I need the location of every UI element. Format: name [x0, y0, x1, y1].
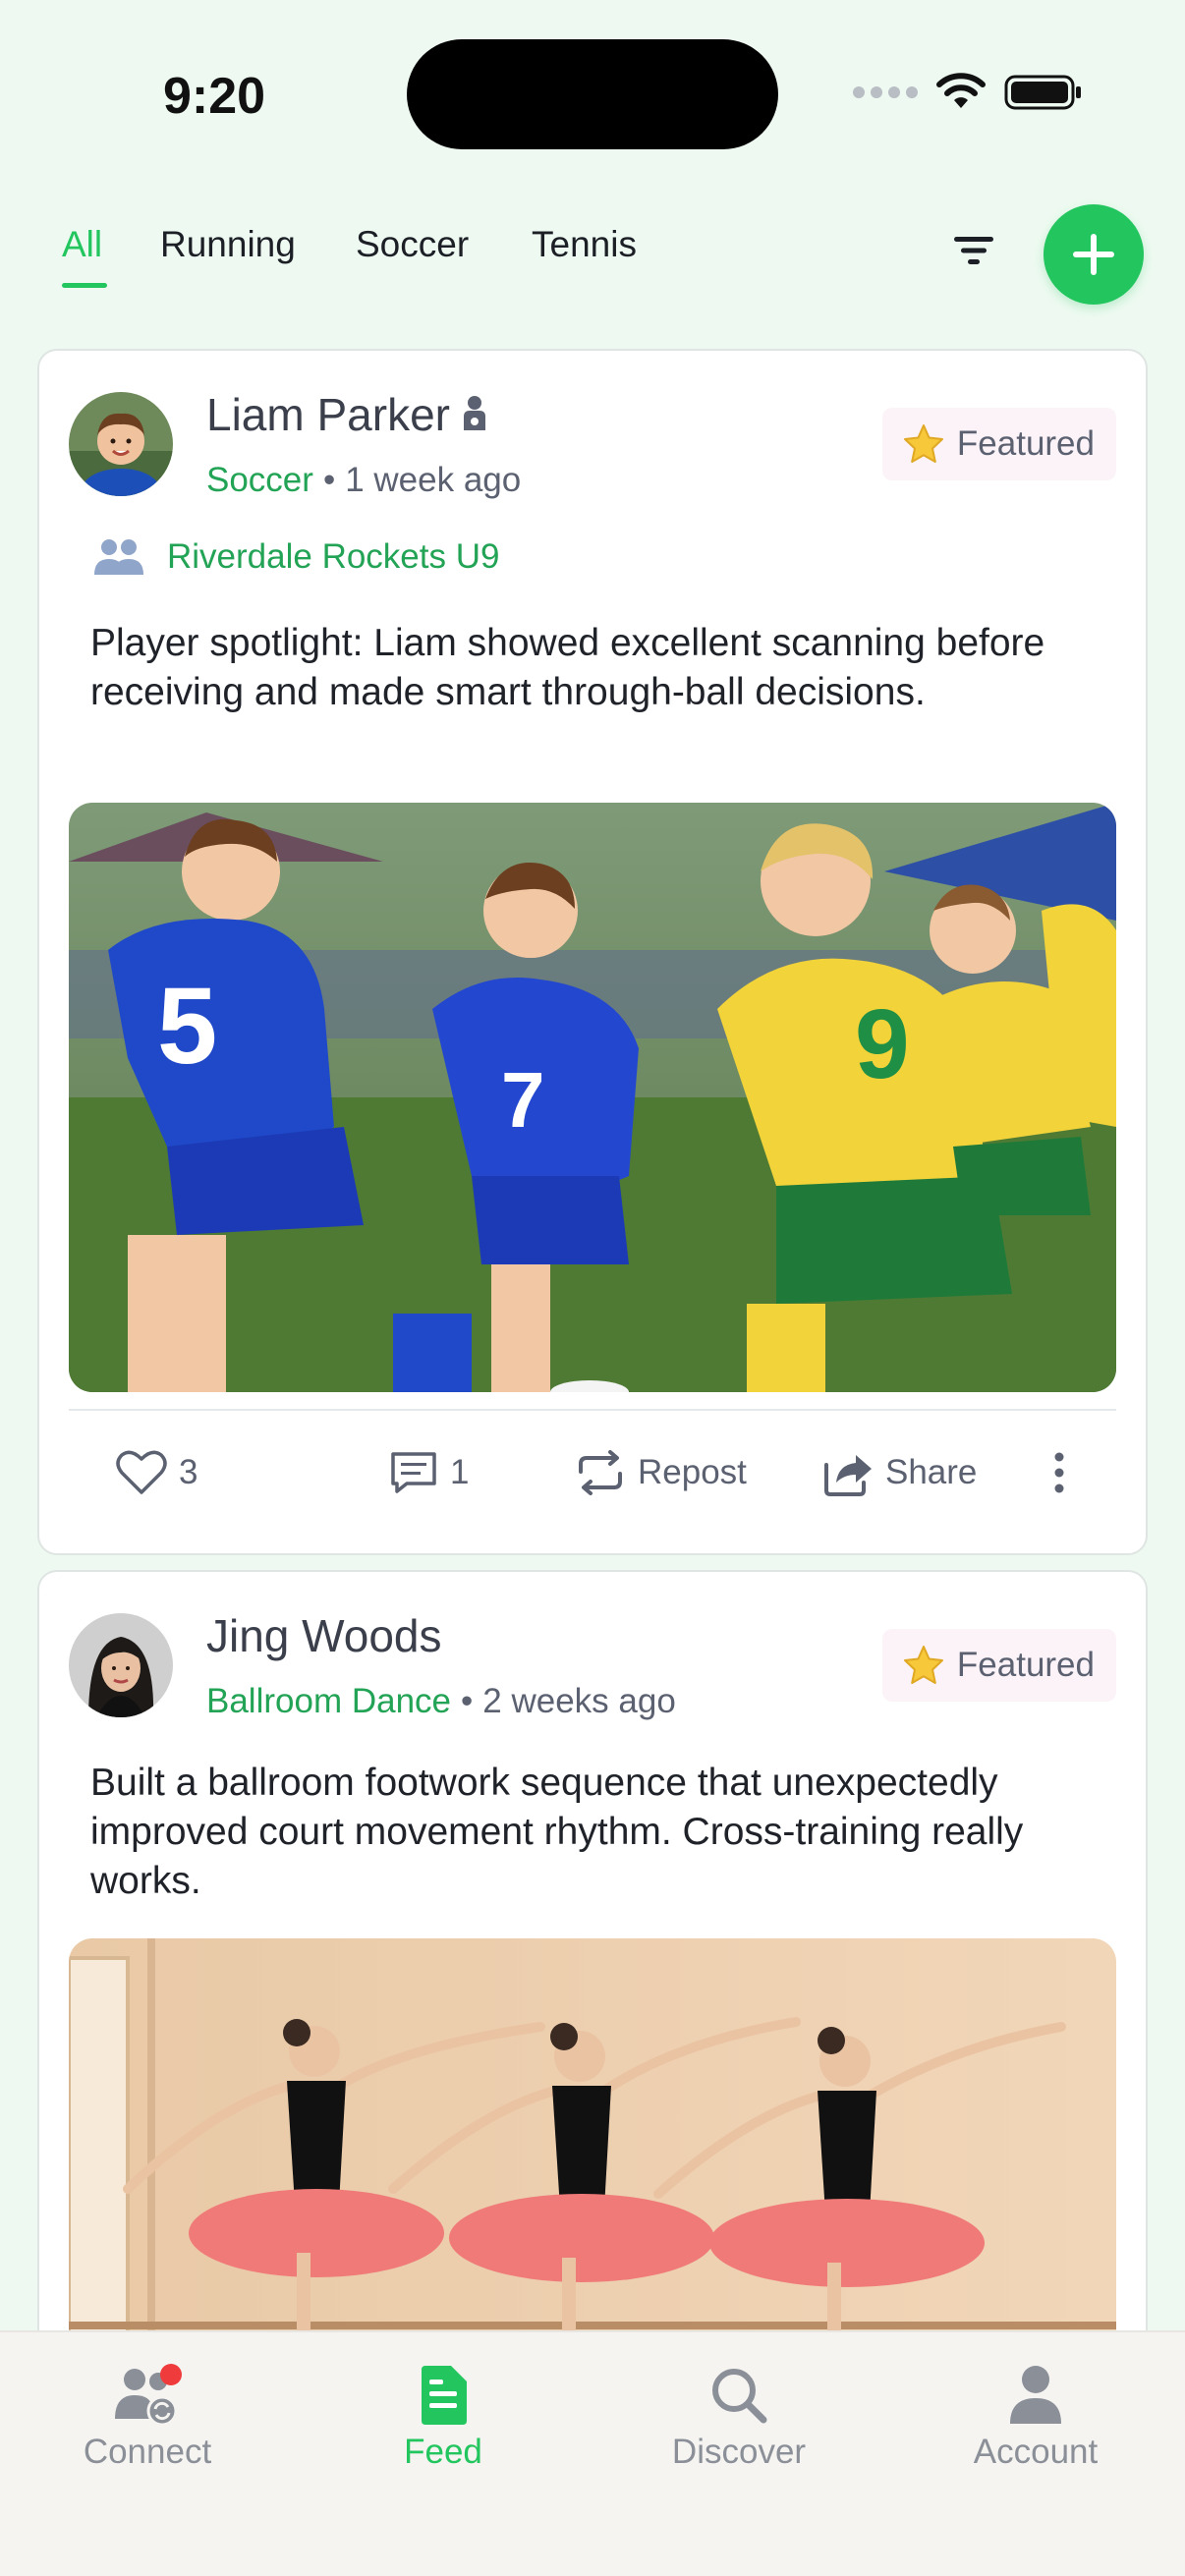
sport-filter-tabs: All Running Soccer Tennis	[0, 196, 1185, 305]
wifi-icon	[936, 73, 986, 108]
avatar[interactable]	[69, 1613, 173, 1717]
feed-icon	[409, 2364, 478, 2427]
search-icon	[705, 2364, 773, 2427]
status-icons	[853, 73, 1083, 112]
status-bar: 9:20	[0, 0, 1185, 187]
boy-avatar-image	[69, 392, 173, 496]
soccer-photo: 5 7 9	[69, 803, 1116, 1392]
avatar[interactable]	[69, 392, 173, 496]
sport-tag[interactable]: Ballroom Dance	[206, 1682, 451, 1720]
nav-account[interactable]: Account	[918, 2364, 1154, 2472]
svg-text:9: 9	[855, 989, 910, 1099]
woman-avatar-image	[69, 1613, 173, 1717]
svg-text:7: 7	[501, 1056, 545, 1144]
post-time: 1 week ago	[345, 461, 522, 499]
like-count: 3	[179, 1453, 198, 1491]
nav-feed[interactable]: Feed	[325, 2364, 561, 2472]
tab-all[interactable]: All	[62, 224, 102, 265]
add-post-button[interactable]	[1044, 204, 1144, 305]
repost-icon	[579, 1450, 622, 1495]
post-meta: Soccer • 1 week ago	[206, 461, 522, 499]
heart-icon	[116, 1450, 167, 1494]
svg-text:5: 5	[157, 966, 217, 1087]
sport-tag[interactable]: Soccer	[206, 461, 313, 499]
post-text: Player spotlight: Liam showed excellent …	[90, 622, 1045, 713]
comment-count: 1	[450, 1453, 470, 1491]
nav-discover[interactable]: Discover	[621, 2364, 857, 2472]
battery-icon	[1004, 75, 1081, 110]
filter-button[interactable]	[949, 226, 998, 275]
post-image[interactable]: 5 7 9	[69, 803, 1116, 1392]
featured-badge: Featured	[881, 408, 1116, 480]
featured-badge: Featured	[881, 1629, 1116, 1702]
more-options-button[interactable]	[1053, 1428, 1065, 1517]
active-tab-indicator	[62, 283, 107, 288]
post-card[interactable]: Liam Parker Soccer • 1 week ago Featured R…	[37, 349, 1148, 1555]
like-button[interactable]: 3	[116, 1428, 198, 1517]
filter-icon	[954, 237, 993, 264]
comment-button[interactable]: 1	[389, 1428, 469, 1517]
tab-running[interactable]: Running	[160, 224, 296, 265]
author-name[interactable]: Liam Parker	[206, 388, 489, 441]
dynamic-island	[407, 39, 778, 149]
tab-soccer[interactable]: Soccer	[356, 224, 469, 265]
post-text: Built a ballroom footwork sequence that …	[90, 1762, 1024, 1902]
bottom-navigation: Connect Feed Discover Account	[0, 2330, 1185, 2576]
post-time: 2 weeks ago	[482, 1682, 676, 1720]
child-athlete-icon	[463, 396, 485, 430]
comment-icon	[391, 1452, 436, 1493]
cellular-signal-icon	[853, 86, 918, 98]
plus-icon	[1073, 234, 1114, 275]
connect-icon	[113, 2364, 182, 2427]
more-vertical-icon	[1054, 1452, 1064, 1493]
post-actions: 3 1 Repost Share	[39, 1428, 1146, 1517]
team-icon	[94, 539, 143, 575]
nav-connect[interactable]: Connect	[29, 2364, 265, 2472]
author-name[interactable]: Jing Woods	[206, 1609, 442, 1662]
share-button[interactable]: Share	[822, 1428, 977, 1517]
star-icon	[903, 1646, 943, 1684]
share-icon	[824, 1455, 872, 1496]
post-meta: Ballroom Dance • 2 weeks ago	[206, 1682, 676, 1720]
person-icon	[1001, 2364, 1070, 2427]
notification-dot	[160, 2364, 182, 2385]
tab-tennis[interactable]: Tennis	[532, 224, 637, 265]
team-link[interactable]: Riverdale Rockets U9	[92, 537, 499, 577]
star-icon	[903, 424, 943, 463]
status-time: 9:20	[163, 68, 266, 125]
repost-button[interactable]: Repost	[575, 1428, 747, 1517]
card-divider	[69, 1409, 1116, 1411]
